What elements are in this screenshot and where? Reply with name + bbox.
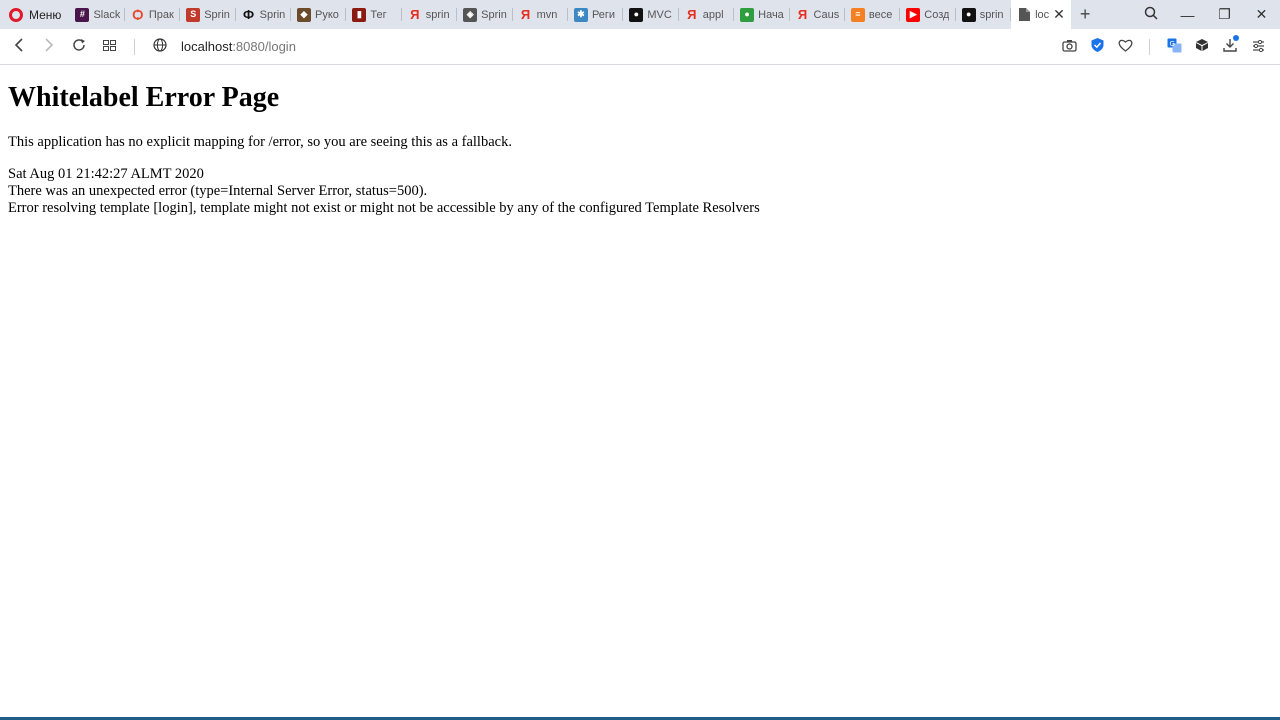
active-tab-label: loc bbox=[1035, 8, 1050, 21]
download-icon[interactable] bbox=[1216, 35, 1244, 55]
yandex-icon: Я bbox=[687, 7, 697, 22]
back-icon[interactable] bbox=[4, 37, 34, 56]
active-tab[interactable]: loc ✕ bbox=[1011, 0, 1072, 29]
tag-icon: ▮ bbox=[352, 7, 367, 22]
browser-tab-label: Slack bbox=[93, 8, 121, 21]
browser-tab[interactable]: ◈ Sprin bbox=[457, 0, 513, 29]
puzzle-icon: ✱ bbox=[573, 7, 588, 22]
stack-icon: ≡ bbox=[850, 7, 865, 22]
browser-tab-label: mvn bbox=[536, 8, 558, 21]
browser-tab-label: Sprin bbox=[259, 8, 286, 21]
spring-icon: Ф bbox=[243, 7, 255, 22]
minimize-icon[interactable]: — bbox=[1169, 7, 1206, 23]
leaf-icon: ● bbox=[740, 7, 755, 22]
close-tab-icon[interactable]: ✕ bbox=[1053, 6, 1065, 23]
forward-icon[interactable] bbox=[34, 37, 64, 56]
browser-tab-label: Caus bbox=[813, 8, 840, 21]
browser-tab[interactable]: ● sprin bbox=[956, 0, 1012, 29]
browser-tab[interactable]: Ф Sprin bbox=[236, 0, 291, 29]
browser-tab-label: Прак bbox=[148, 8, 174, 21]
browser-tab[interactable]: ▶ Созд bbox=[900, 0, 956, 29]
bird-icon: ◆ bbox=[297, 7, 311, 22]
spring-icon: S bbox=[186, 7, 201, 22]
browser-tab[interactable]: ✱ Реги bbox=[568, 0, 624, 29]
error-type: There was an unexpected error (type=Inte… bbox=[8, 183, 428, 199]
browser-tab-label: Тег bbox=[370, 8, 387, 21]
heart-icon[interactable] bbox=[1111, 39, 1139, 55]
svg-text:G: G bbox=[1169, 40, 1174, 48]
browser-tab[interactable]: Яsprin bbox=[402, 0, 458, 29]
document-icon bbox=[1017, 8, 1031, 22]
browser-tab-label: весе bbox=[868, 8, 893, 21]
browser-tab[interactable]: Яmvn bbox=[513, 0, 568, 29]
slack-icon: # bbox=[75, 7, 90, 22]
browser-tab-label: sprin bbox=[979, 8, 1004, 21]
youtube-icon: ▶ bbox=[906, 7, 921, 22]
error-details: Sat Aug 01 21:42:27 ALMT 2020 There was … bbox=[8, 166, 1272, 217]
browser-tab[interactable]: Я Caus bbox=[790, 0, 845, 29]
download-badge bbox=[1233, 35, 1239, 41]
letter-icon: Ѻ bbox=[132, 7, 144, 22]
search-tabs-icon[interactable] bbox=[1132, 6, 1169, 23]
new-tab-button[interactable]: + bbox=[1071, 4, 1099, 25]
yandex-icon: Я bbox=[520, 7, 531, 22]
browser-tab[interactable]: ● Нача bbox=[734, 0, 790, 29]
translate-icon[interactable]: G bbox=[1160, 38, 1188, 56]
tab-strip: Меню # Slack Ѻ Прак S Sprin Ф Sprin ◆ Руко ▮ Тег Яsp… bbox=[0, 0, 1280, 29]
browser-tab[interactable]: ● MVC bbox=[623, 0, 679, 29]
browser-tab-label: Sprin bbox=[204, 8, 230, 21]
yandex-icon: Я bbox=[410, 7, 420, 22]
toolbar-divider bbox=[134, 38, 135, 55]
browser-tab-label: Sprin bbox=[481, 8, 507, 21]
close-window-icon[interactable]: ✕ bbox=[1243, 6, 1280, 23]
page-content: Whitelabel Error Page This application h… bbox=[0, 66, 1280, 717]
browser-tab-label: Нача bbox=[758, 8, 784, 21]
toolbar-divider bbox=[1149, 38, 1150, 55]
url-path: :8080/login bbox=[232, 39, 296, 54]
github-icon: ● bbox=[961, 7, 976, 22]
vpn-shield-icon[interactable] bbox=[1083, 38, 1111, 55]
browser-tab-label: Реги bbox=[591, 8, 616, 21]
opera-menu-button[interactable]: Меню bbox=[0, 0, 69, 29]
speed-dial-icon[interactable] bbox=[94, 38, 124, 55]
browser-tab[interactable]: # Slack bbox=[69, 0, 125, 29]
browser-tab-label: MVC bbox=[647, 8, 672, 21]
fallback-message: This application has no explicit mapping… bbox=[8, 134, 512, 150]
browser-tab-label: Руко bbox=[315, 8, 339, 21]
browser-tab[interactable]: ≡ весе bbox=[845, 0, 901, 29]
tab-list: # Slack Ѻ Прак S Sprin Ф Sprin ◆ Руко ▮ Тег Яsprin ◈ S… bbox=[69, 0, 1012, 29]
browser-toolbar: localhost:8080/login G bbox=[0, 29, 1280, 65]
page-title: Whitelabel Error Page bbox=[8, 82, 280, 113]
address-field[interactable]: localhost:8080/login bbox=[181, 39, 296, 54]
globe-icon[interactable] bbox=[149, 38, 171, 55]
yandex-icon: Я bbox=[797, 7, 808, 22]
browser-tab-label: Созд bbox=[924, 8, 950, 21]
browser-tab[interactable]: Ѻ Прак bbox=[125, 0, 181, 29]
browser-tab[interactable]: ▮ Тег bbox=[346, 0, 402, 29]
menu-label: Меню bbox=[29, 7, 62, 22]
easy-setup-icon[interactable] bbox=[1244, 39, 1272, 55]
restore-icon[interactable]: ❐ bbox=[1206, 6, 1243, 23]
browser-tab-label: appl bbox=[702, 8, 724, 21]
browser-tab[interactable]: ◆ Руко bbox=[291, 0, 347, 29]
diamond-icon: ◈ bbox=[463, 7, 478, 22]
browser-tab[interactable]: Яappl bbox=[679, 0, 735, 29]
url-host: localhost bbox=[181, 39, 233, 54]
browser-tab-label: sprin bbox=[425, 8, 450, 21]
cube-icon[interactable] bbox=[1188, 38, 1216, 55]
error-timestamp: Sat Aug 01 21:42:27 ALMT 2020 bbox=[8, 166, 204, 182]
opera-logo-icon bbox=[9, 7, 23, 22]
browser-tab[interactable]: S Sprin bbox=[180, 0, 236, 29]
snapshot-camera-icon[interactable] bbox=[1055, 39, 1083, 55]
error-detail: Error resolving template [login], templa… bbox=[8, 200, 760, 216]
github-icon: ● bbox=[629, 7, 644, 22]
reload-icon[interactable] bbox=[64, 38, 94, 56]
